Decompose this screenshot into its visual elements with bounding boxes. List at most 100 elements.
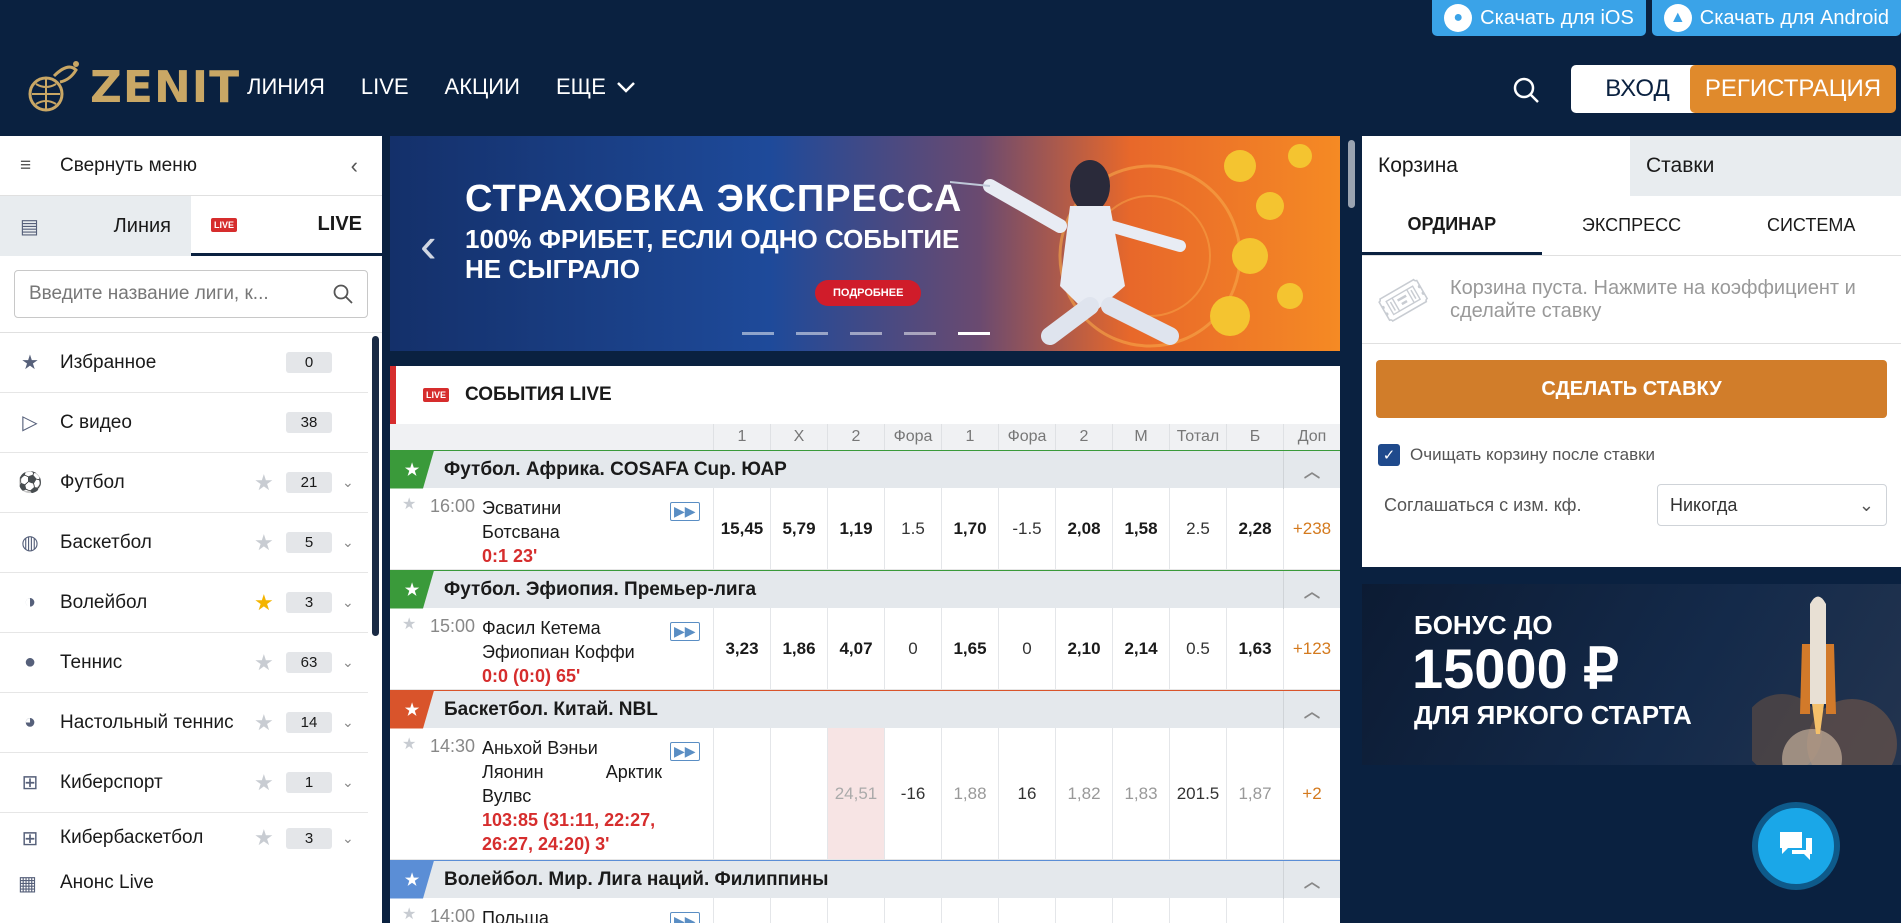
league-search-input[interactable]: Введите название лиги, к... (14, 270, 368, 318)
chevron-up-icon[interactable]: ︿ (1283, 451, 1340, 489)
sidebar-item-table-tennis[interactable]: ◕ Настольный теннис ★ 14 ⌄ (0, 693, 368, 753)
tab-basket[interactable]: Корзина (1362, 136, 1630, 196)
match-info[interactable]: ★ 15:00 Фасил Кетема Эфиопиан Коффи 0:0 … (390, 608, 713, 689)
odd-cell[interactable]: 1,19 (827, 488, 884, 569)
odd-cell[interactable]: 1,63 (1226, 608, 1283, 689)
odd-cell[interactable]: 3,23 (713, 608, 770, 689)
star-icon[interactable]: ★ (402, 734, 416, 754)
download-android-button[interactable]: ▲ Скачать для Android (1651, 0, 1901, 36)
star-icon[interactable]: ★ (402, 494, 416, 514)
league-header[interactable]: ★ Футбол. Эфиопия. Премьер-лига ︿ (390, 570, 1340, 609)
tab-bets[interactable]: Ставки (1630, 136, 1901, 196)
video-stream-icon[interactable]: ▶▶ (670, 912, 700, 923)
chevron-up-icon[interactable]: ︿ (1283, 571, 1340, 609)
banner-dot[interactable] (742, 332, 774, 335)
league-header[interactable]: ★ Баскетбол. Китай. NBL ︿ (390, 690, 1340, 729)
sidebar-item-volleyball[interactable]: ◑ Волейбол ★ 3 ⌄ (0, 573, 368, 633)
chevron-down-icon[interactable]: ⌄ (342, 774, 354, 791)
banner-dot-active[interactable] (958, 332, 990, 335)
download-ios-button[interactable]: ● Скачать для iOS (1432, 0, 1646, 36)
odds-change-select[interactable]: Никогда ⌄ (1657, 484, 1887, 526)
search-icon[interactable] (1512, 76, 1540, 104)
center-scrollbar[interactable] (1348, 140, 1355, 208)
favorite-star-icon[interactable]: ★ (254, 710, 274, 736)
odd-cell[interactable]: 2,28 (1226, 488, 1283, 569)
sidebar-item-esports[interactable]: ⊞ Киберспорт ★ 1 ⌄ (0, 753, 368, 813)
nav-more[interactable]: ЕЩЕ (556, 74, 636, 100)
bonus-promo-banner[interactable]: БОНУС ДО 15000 ₽ ДЛЯ ЯРКОГО СТАРТА (1362, 584, 1901, 765)
favorite-star-icon[interactable]: ★ (254, 590, 274, 616)
sidebar-item-video[interactable]: ▷ С видео 38 (0, 393, 368, 453)
sidebar-item-basketball[interactable]: ◍ Баскетбол ★ 5 ⌄ (0, 513, 368, 573)
make-bet-button[interactable]: СДЕЛАТЬ СТАВКУ (1376, 360, 1887, 418)
odd-cell[interactable]: 15,45 (713, 488, 770, 569)
odd-cell[interactable]: 2,10 (1055, 608, 1112, 689)
odd-cell[interactable] (998, 898, 1055, 923)
chevron-down-icon[interactable]: ⌄ (342, 654, 354, 671)
collapse-menu-button[interactable]: ≡ Свернуть меню ‹ (0, 136, 382, 196)
match-info[interactable]: ★ 14:00 Польша ▶▶ (390, 898, 713, 923)
odd-cell[interactable] (770, 898, 827, 923)
odd-cell[interactable]: 1,87 (1226, 728, 1283, 859)
odd-cell[interactable]: 1,83 (1112, 728, 1169, 859)
chevron-down-icon[interactable]: ⌄ (342, 714, 354, 731)
chevron-down-icon[interactable]: ⌄ (342, 474, 354, 491)
star-icon[interactable]: ★ (390, 450, 434, 489)
match-info[interactable]: ★ 16:00 Эсватини Ботсвана 0:1 23' ▶▶ (390, 488, 713, 569)
login-button[interactable]: ВХОД (1571, 65, 1704, 113)
banner-dot[interactable] (850, 332, 882, 335)
star-icon[interactable]: ★ (390, 860, 434, 899)
odd-cell[interactable]: 1,88 (941, 728, 998, 859)
odd-cell[interactable]: 2,14 (1112, 608, 1169, 689)
odd-cell[interactable] (884, 898, 941, 923)
odd-cell[interactable]: 1,70 (941, 488, 998, 569)
chevron-up-icon[interactable]: ︿ (1283, 861, 1340, 899)
sidebar-item-tennis[interactable]: ● Теннис ★ 63 ⌄ (0, 633, 368, 693)
odd-cell[interactable] (827, 898, 884, 923)
chat-button[interactable] (1752, 802, 1840, 890)
chevron-down-icon[interactable]: ⌄ (342, 830, 354, 847)
tab-single[interactable]: ОРДИНАР (1362, 196, 1542, 255)
odd-cell[interactable]: 1,86 (770, 608, 827, 689)
star-icon[interactable]: ★ (390, 690, 434, 729)
star-icon[interactable]: ★ (402, 904, 416, 923)
promo-banner[interactable]: ‹ СТРАХОВКА ЭКСПРЕССА 100% ФРИБЕТ, ЕСЛИ … (390, 136, 1340, 351)
favorite-star-icon[interactable]: ★ (254, 650, 274, 676)
match-info[interactable]: ★ 14:30 Аньхой Вэньи Ляонин Арктик Вулвс… (390, 728, 713, 859)
more-markets-link[interactable]: +123 (1283, 608, 1340, 689)
chevron-up-icon[interactable]: ︿ (1283, 691, 1340, 729)
league-header[interactable]: ★ Футбол. Африка. COSAFA Cup. ЮАР ︿ (390, 450, 1340, 489)
odd-cell[interactable] (941, 898, 998, 923)
chevron-down-icon[interactable]: ⌄ (342, 534, 354, 551)
checkbox-checked-icon[interactable]: ✓ (1378, 444, 1400, 466)
odd-cell[interactable] (1055, 898, 1112, 923)
sidebar-scrollbar[interactable] (372, 336, 379, 636)
sidebar-item-cyberbasketball[interactable]: ⊞ Кибербаскетбол ★ 3 ⌄ (0, 813, 368, 863)
odd-cell[interactable]: 1,65 (941, 608, 998, 689)
odd-cell[interactable] (1112, 898, 1169, 923)
tab-live[interactable]: LIVE LIVE (191, 196, 382, 256)
video-stream-icon[interactable]: ▶▶ (670, 742, 700, 761)
sidebar-item-football[interactable]: ⚽ Футбол ★ 21 ⌄ (0, 453, 368, 513)
more-markets-link[interactable]: +238 (1283, 488, 1340, 569)
banner-dot[interactable] (796, 332, 828, 335)
odd-cell[interactable]: 1,82 (1055, 728, 1112, 859)
star-icon[interactable]: ★ (402, 614, 416, 634)
nav-live[interactable]: LIVE (361, 74, 409, 100)
chevron-down-icon[interactable]: ⌄ (342, 594, 354, 611)
more-markets-link[interactable]: +2 (1283, 728, 1340, 859)
odd-cell[interactable]: 1,58 (1112, 488, 1169, 569)
tab-line[interactable]: ▤ Линия (0, 196, 191, 256)
sidebar-item-favorites[interactable]: ★ Избранное 0 (0, 333, 368, 393)
star-icon[interactable]: ★ (390, 570, 434, 609)
odd-cell[interactable] (1283, 898, 1340, 923)
odd-cell[interactable] (713, 898, 770, 923)
sidebar-item-announce-live[interactable]: ▦ Анонс Live (0, 863, 382, 903)
odd-cell[interactable] (1226, 898, 1283, 923)
video-stream-icon[interactable]: ▶▶ (670, 502, 700, 521)
banner-dot[interactable] (904, 332, 936, 335)
favorite-star-icon[interactable]: ★ (254, 530, 274, 556)
odd-cell[interactable]: 4,07 (827, 608, 884, 689)
odd-cell[interactable] (1169, 898, 1226, 923)
tab-system[interactable]: СИСТЕМА (1721, 196, 1901, 255)
